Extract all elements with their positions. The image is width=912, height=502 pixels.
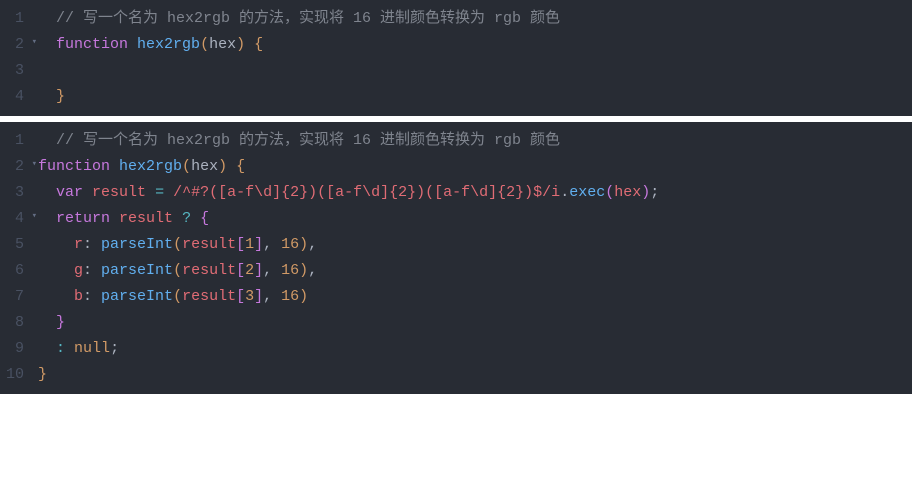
code-content[interactable]: // 写一个名为 hex2rgb 的方法，实现将 16 进制颜色转换为 rgb … [38,7,912,31]
line-number: 1 [0,7,38,31]
code-line[interactable]: 1 // 写一个名为 hex2rgb 的方法，实现将 16 进制颜色转换为 rg… [0,6,912,32]
code-line[interactable]: 2▾function hex2rgb(hex) { [0,154,912,180]
code-line[interactable]: 2▾ function hex2rgb(hex) { [0,32,912,58]
code-content[interactable]: : null; [38,337,912,361]
fold-icon[interactable]: ▾ [32,157,37,171]
code-line[interactable]: 4 } [0,84,912,110]
code-content[interactable]: return result ? { [38,207,912,231]
code-content[interactable]: } [38,311,912,335]
code-editor-top[interactable]: 1 // 写一个名为 hex2rgb 的方法，实现将 16 进制颜色转换为 rg… [0,0,912,116]
code-content[interactable] [38,59,912,83]
line-number: 5 [0,233,38,257]
code-line[interactable]: 7 b: parseInt(result[3], 16) [0,284,912,310]
line-number: 6 [0,259,38,283]
code-content[interactable]: function hex2rgb(hex) { [38,33,912,57]
line-number: 2▾ [0,33,38,57]
line-number: 10 [0,363,38,387]
line-number: 3 [0,181,38,205]
line-number: 4 [0,85,38,109]
fold-icon[interactable]: ▾ [32,209,37,223]
code-content[interactable]: g: parseInt(result[2], 16), [38,259,912,283]
fold-icon[interactable]: ▾ [32,35,37,49]
code-line[interactable]: 8 } [0,310,912,336]
code-line[interactable]: 1 // 写一个名为 hex2rgb 的方法，实现将 16 进制颜色转换为 rg… [0,128,912,154]
line-number: 7 [0,285,38,309]
code-line[interactable]: 3 [0,58,912,84]
line-number: 9 [0,337,38,361]
code-content[interactable]: function hex2rgb(hex) { [38,155,912,179]
line-number: 3 [0,59,38,83]
line-number: 2▾ [0,155,38,179]
code-content[interactable]: // 写一个名为 hex2rgb 的方法，实现将 16 进制颜色转换为 rgb … [38,129,912,153]
code-line[interactable]: 6 g: parseInt(result[2], 16), [0,258,912,284]
code-content[interactable]: } [38,85,912,109]
line-number: 4▾ [0,207,38,231]
code-content[interactable]: var result = /^#?([a-f\d]{2})([a-f\d]{2}… [38,181,912,205]
code-line[interactable]: 4▾ return result ? { [0,206,912,232]
code-line[interactable]: 9 : null; [0,336,912,362]
code-editor-bottom[interactable]: 1 // 写一个名为 hex2rgb 的方法，实现将 16 进制颜色转换为 rg… [0,122,912,394]
code-content[interactable]: b: parseInt(result[3], 16) [38,285,912,309]
code-content[interactable]: } [38,363,912,387]
code-line[interactable]: 5 r: parseInt(result[1], 16), [0,232,912,258]
line-number: 1 [0,129,38,153]
code-content[interactable]: r: parseInt(result[1], 16), [38,233,912,257]
code-line[interactable]: 10} [0,362,912,388]
line-number: 8 [0,311,38,335]
code-line[interactable]: 3 var result = /^#?([a-f\d]{2})([a-f\d]{… [0,180,912,206]
